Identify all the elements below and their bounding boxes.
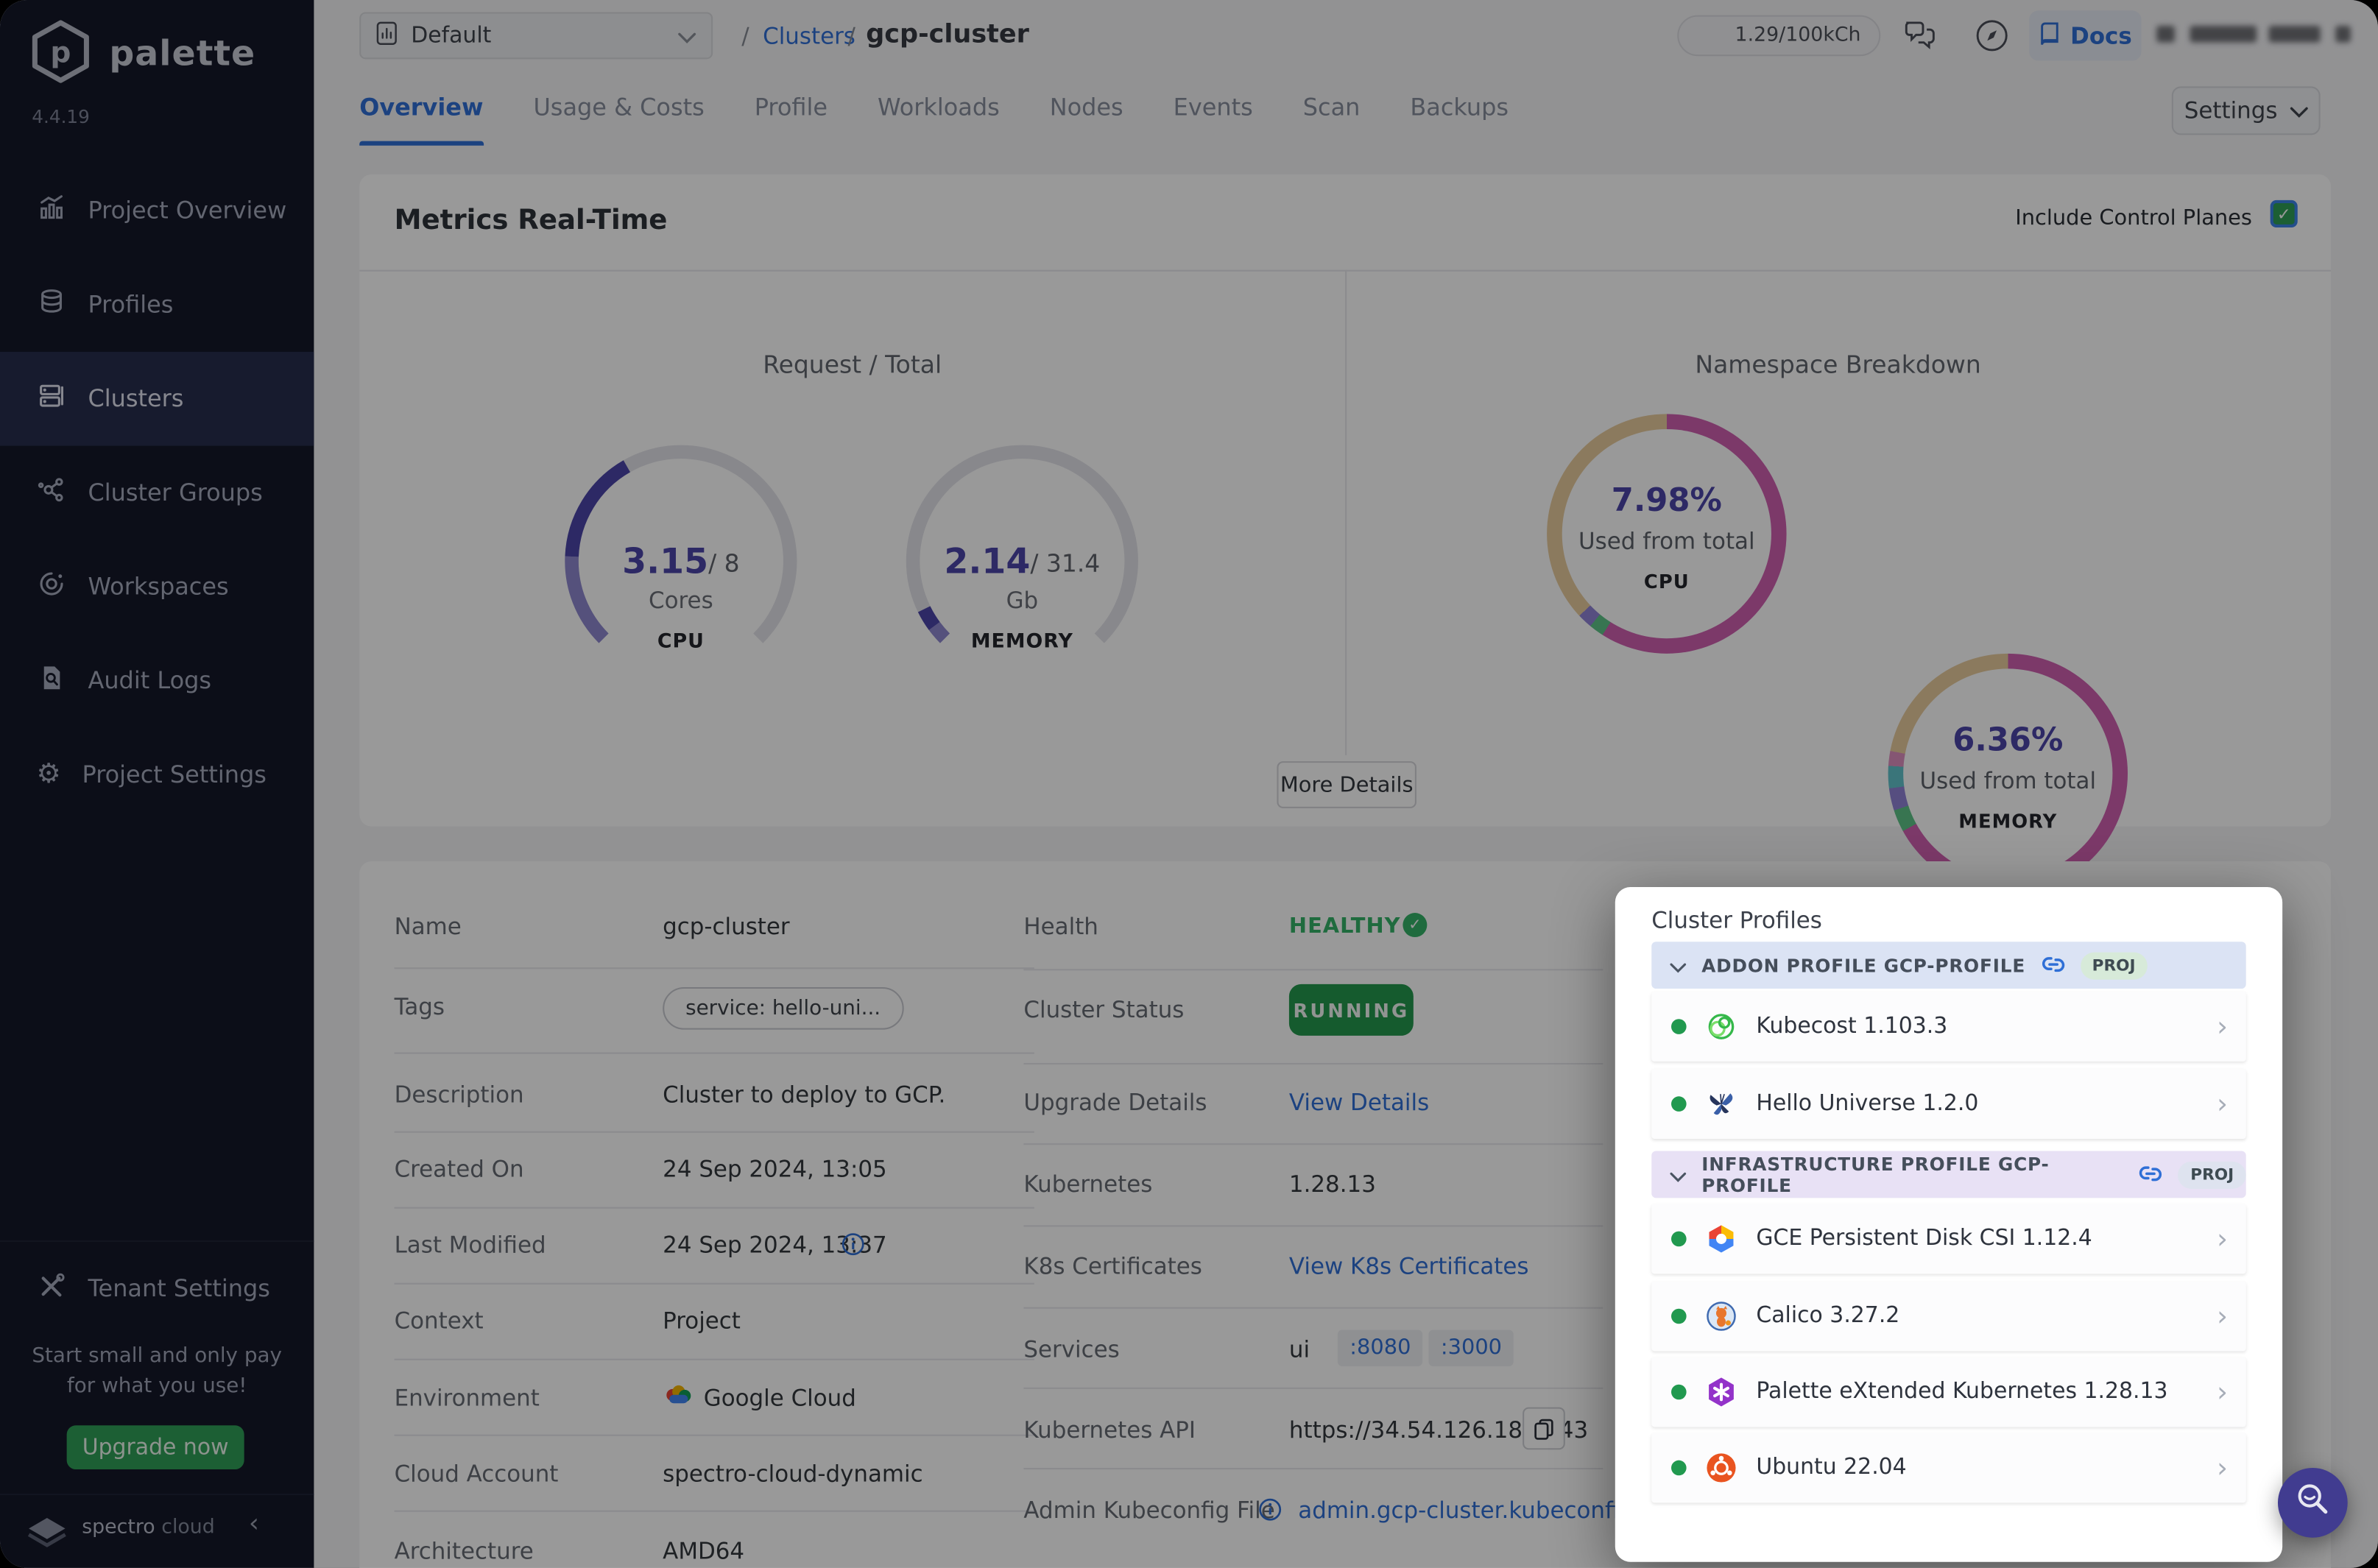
status-dot <box>1671 1384 1687 1400</box>
profile-layer-hello-universe[interactable]: Hello Universe 1.2.0 › <box>1651 1069 2246 1139</box>
chevron-right-icon: › <box>2217 1223 2228 1255</box>
profile-layer-name: Calico 3.27.2 <box>1756 1304 1900 1329</box>
chevron-down-icon <box>1670 1160 1687 1189</box>
status-dot <box>1671 1460 1687 1476</box>
status-dot <box>1671 1019 1687 1034</box>
profile-layer-name: Hello Universe 1.2.0 <box>1756 1092 1979 1117</box>
chevron-down-icon <box>1670 951 1687 980</box>
calico-icon <box>1704 1299 1737 1332</box>
chevron-right-icon: › <box>2217 1376 2228 1408</box>
cluster-profiles-title: Cluster Profiles <box>1651 906 1822 934</box>
project-scope-badge: PROJ <box>2178 1160 2246 1188</box>
chevron-right-icon: › <box>2217 1087 2228 1120</box>
profile-layer-palette-extended-kubernetes[interactable]: Palette eXtended Kubernetes 1.28.13 › <box>1651 1357 2246 1427</box>
chevron-right-icon: › <box>2217 1300 2228 1332</box>
profile-layer-calico[interactable]: Calico 3.27.2 › <box>1651 1281 2246 1352</box>
chevron-right-icon: › <box>2217 1452 2228 1484</box>
stage: p palette 4.4.19 Project Overview Profil… <box>0 0 2378 1568</box>
addon-profile-name: ADDON PROFILE GCP-PROFILE <box>1701 954 2026 976</box>
infrastructure-profile-header[interactable]: INFRASTRUCTURE PROFILE GCP-PROFILE PROJ <box>1651 1151 2246 1198</box>
pxk-icon <box>1704 1375 1737 1408</box>
app-window: p palette 4.4.19 Project Overview Profil… <box>0 0 2378 1568</box>
ubuntu-icon <box>1704 1451 1737 1484</box>
profile-layer-kubecost[interactable]: Kubecost 1.103.3 › <box>1651 992 2246 1062</box>
search-fab-button[interactable] <box>2277 1467 2348 1538</box>
status-dot <box>1671 1308 1687 1324</box>
profile-layer-name: Kubecost 1.103.3 <box>1756 1014 1948 1039</box>
profile-layer-name: Ubuntu 22.04 <box>1756 1455 1907 1480</box>
infrastructure-profile-name: INFRASTRUCTURE PROFILE GCP-PROFILE <box>1701 1153 2050 1196</box>
kubecost-icon <box>1704 1010 1737 1043</box>
addon-profile-header[interactable]: ADDON PROFILE GCP-PROFILE PROJ <box>1651 942 2246 989</box>
hello-universe-icon <box>1704 1087 1737 1120</box>
project-scope-badge: PROJ <box>2080 951 2148 979</box>
chevron-right-icon: › <box>2217 1010 2228 1043</box>
link-icon <box>2041 951 2065 980</box>
profile-layer-ubuntu[interactable]: Ubuntu 22.04 › <box>1651 1433 2246 1503</box>
profile-layer-name: GCE Persistent Disk CSI 1.12.4 <box>1756 1226 2092 1251</box>
status-dot <box>1671 1231 1687 1247</box>
magnifier-smile-icon <box>2293 1480 2333 1525</box>
profile-layer-name: Palette eXtended Kubernetes 1.28.13 <box>1756 1380 2168 1405</box>
cluster-profiles-panel: Cluster Profiles ADDON PROFILE GCP-PROFI… <box>1615 887 2283 1562</box>
status-dot <box>1671 1096 1687 1112</box>
link-icon <box>2139 1160 2163 1189</box>
gce-persistent-disk-icon <box>1704 1222 1737 1255</box>
profile-layer-gce-disk-csi[interactable]: GCE Persistent Disk CSI 1.12.4 › <box>1651 1204 2246 1274</box>
